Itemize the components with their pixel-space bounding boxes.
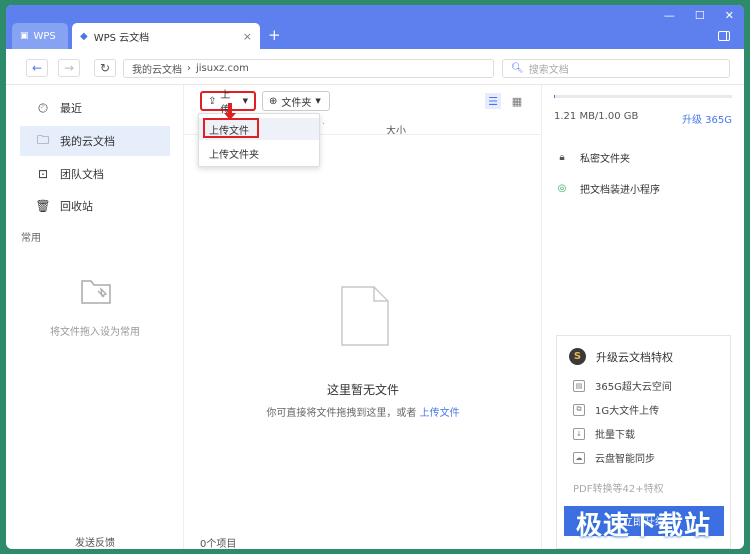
- new-folder-button[interactable]: ⊕ 文件夹 ▼: [262, 91, 330, 111]
- promo-feature: ↓ 批量下载: [573, 426, 635, 441]
- chevron-down-icon: ▼: [315, 97, 321, 105]
- nav-item-trash[interactable]: 🗑︎ 回收站: [20, 191, 170, 221]
- app-window: ▣ WPS ◆ WPS 云文档 × + — ☐ ✕ ← → ↻ 我的云文档 › …: [6, 5, 744, 549]
- tab-cloud-docs[interactable]: ◆ WPS 云文档 ×: [72, 23, 260, 49]
- menu-item-upload-folder[interactable]: 上传文件夹: [199, 142, 319, 164]
- nav-item-label: 团队文档: [60, 168, 104, 181]
- clock-icon: 🕘︎: [38, 100, 48, 115]
- nav-item-label: 回收站: [60, 200, 93, 213]
- common-section-label: 常用: [21, 233, 41, 244]
- feedback-link[interactable]: 发送反馈: [6, 534, 184, 549]
- tab-close-icon[interactable]: ×: [243, 30, 252, 43]
- upload-dropdown-menu: 上传文件 上传文件夹: [198, 113, 320, 167]
- breadcrumb-separator-icon: ›: [187, 63, 191, 74]
- storage-icon: ▤: [573, 379, 585, 392]
- mini-program-item[interactable]: ◎ 把文档装进小程序: [554, 180, 660, 196]
- chevron-down-icon: ▼: [242, 97, 248, 105]
- download-icon: ↓: [573, 427, 585, 440]
- nav-item-my-docs[interactable]: 🗀︎ 我的云文档: [20, 126, 170, 156]
- promo-feature-label: 1G大文件上传: [595, 406, 660, 417]
- nav-item-team-docs[interactable]: ⊡ 团队文档: [20, 159, 170, 189]
- favorites-placeholder: 将文件拖入设为常用: [50, 327, 140, 338]
- minimize-button[interactable]: —: [664, 9, 675, 22]
- nav-item-recent[interactable]: 🕘︎ 最近: [20, 93, 170, 123]
- forward-button[interactable]: →: [58, 59, 80, 77]
- item-count: 0个项目: [200, 539, 237, 549]
- promo-pdf-text: PDF转换等42+特权: [573, 484, 664, 495]
- team-folder-icon: ⊡: [37, 167, 49, 181]
- search-input[interactable]: 🔍︎ 搜索文档: [502, 59, 730, 78]
- search-placeholder: 搜索文档: [528, 65, 569, 76]
- wps-logo-icon: ▣: [20, 31, 29, 41]
- file-list-panel: ⇪ 上传 ▼ ⊕ 文件夹 ▼ ☰ ▦ · 大小 上传文件 上传文件夹 这里暂无文…: [184, 85, 542, 549]
- tab-wps-home[interactable]: ▣ WPS: [12, 23, 68, 49]
- grid-view-icon[interactable]: ▦: [509, 93, 525, 109]
- cloud-sync-icon: ☁: [573, 451, 585, 464]
- empty-document-icon: [341, 286, 389, 346]
- address-bar: ← → ↻ 我的云文档 › jisuxz.com 🔍︎ 搜索文档: [6, 49, 744, 85]
- promo-title: S 升级云文档特权: [569, 348, 673, 365]
- storage-quota-text: 1.21 MB/1.00 GB: [554, 111, 639, 122]
- refresh-button[interactable]: ↻: [94, 59, 116, 77]
- column-separator: ·: [322, 119, 326, 130]
- pin-folder-icon: [81, 280, 111, 304]
- empty-state-title: 这里暂无文件: [326, 383, 399, 397]
- nav-item-label: 我的云文档: [60, 135, 115, 148]
- trash-icon: 🗑︎: [35, 199, 51, 213]
- folder-icon: 🗀︎: [36, 132, 49, 147]
- mini-program-label: 把文档装进小程序: [580, 184, 660, 196]
- empty-hint-text: 你可直接将文件拖拽到这里，或者: [266, 408, 417, 419]
- upgrade-link[interactable]: 升级 365G: [682, 111, 732, 126]
- tab-cloud-docs-label: WPS 云文档: [93, 32, 150, 44]
- promo-title-text: 升级云文档特权: [596, 350, 673, 364]
- promo-feature-label: 云盘智能同步: [595, 454, 655, 465]
- annotation-arrow-icon: [224, 103, 236, 120]
- upload-file-link[interactable]: 上传文件: [420, 408, 460, 419]
- breadcrumb[interactable]: 我的云文档 › jisuxz.com: [123, 59, 494, 78]
- mini-program-icon: ◎: [557, 182, 567, 194]
- add-folder-icon: ⊕: [269, 95, 278, 107]
- new-tab-button[interactable]: +: [268, 26, 281, 44]
- lock-folder-icon: 🔒︎: [559, 151, 565, 163]
- cloud-doc-icon: ◆: [80, 30, 88, 42]
- close-window-button[interactable]: ✕: [725, 9, 734, 22]
- breadcrumb-site[interactable]: jisuxz.com: [196, 63, 249, 74]
- back-button[interactable]: ←: [26, 59, 48, 77]
- large-file-icon: ⧉: [573, 403, 585, 416]
- breadcrumb-root[interactable]: 我的云文档: [132, 61, 182, 76]
- private-folder-item[interactable]: 🔒︎ 私密文件夹: [554, 149, 630, 165]
- promo-feature: ☁ 云盘智能同步: [573, 450, 655, 465]
- tab-wps-label: WPS: [33, 30, 56, 42]
- promo-feature: ⧉ 1G大文件上传: [573, 402, 659, 417]
- upload-icon: ⇪: [208, 95, 217, 107]
- nav-item-label: 最近: [60, 102, 82, 115]
- window-controls: — ☐ ✕: [664, 9, 734, 22]
- promo-feature-label: 批量下载: [595, 430, 635, 441]
- highlight-box: [203, 118, 259, 138]
- new-folder-label: 文件夹: [281, 97, 312, 109]
- right-panel: 1.21 MB/1.00 GB 升级 365G 🔒︎ 私密文件夹 ◎ 把文档装进…: [542, 85, 744, 549]
- watermark: 极速下载站: [576, 511, 712, 541]
- storage-quota-fill: [554, 95, 555, 98]
- sidebar-toggle-icon[interactable]: [718, 31, 730, 41]
- promo-feature: ▤ 365G超大云空间: [573, 378, 672, 393]
- search-icon: 🔍︎: [511, 63, 524, 74]
- empty-state-hint: 你可直接将文件拖拽到这里，或者 上传文件: [184, 404, 542, 419]
- title-bar: ▣ WPS ◆ WPS 云文档 × + — ☐ ✕: [6, 5, 744, 49]
- private-folder-label: 私密文件夹: [580, 153, 630, 165]
- storage-quota-bar: [554, 95, 732, 98]
- promo-feature-label: 365G超大云空间: [595, 382, 672, 393]
- maximize-button[interactable]: ☐: [695, 9, 705, 22]
- list-view-icon[interactable]: ☰: [485, 93, 501, 109]
- left-sidebar: 🕘︎ 最近 🗀︎ 我的云文档 ⊡ 团队文档 🗑︎ 回收站 常用 将文件拖入设为常…: [6, 85, 184, 549]
- premium-badge-icon: S: [569, 348, 586, 365]
